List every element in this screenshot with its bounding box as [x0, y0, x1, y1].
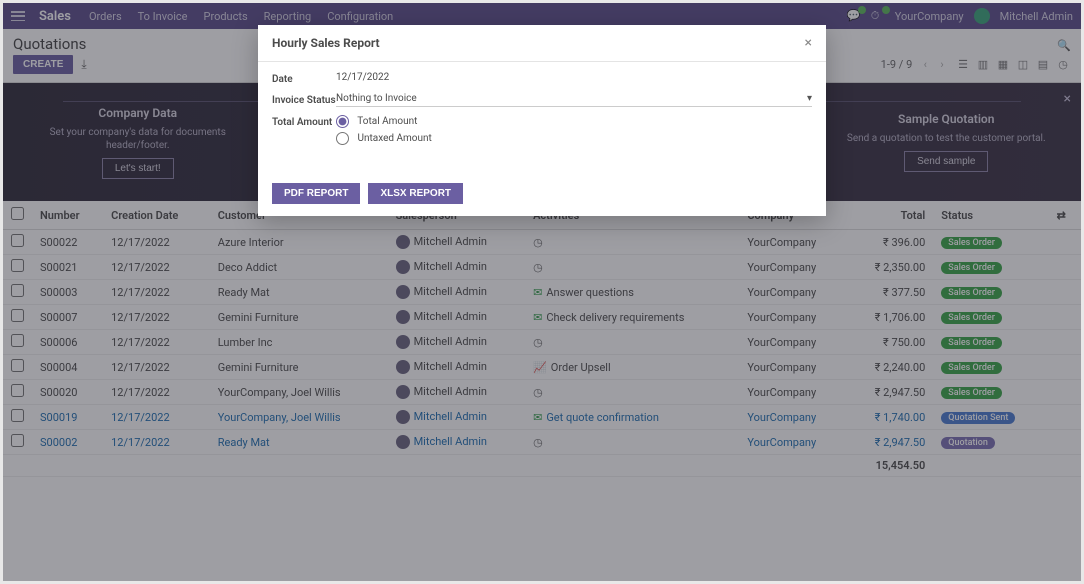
field-label-invoice-status: Invoice Status	[272, 93, 336, 106]
radio-total-amount[interactable]: Total Amount	[336, 115, 812, 128]
modal-title: Hourly Sales Report	[272, 36, 380, 50]
xlsx-report-button[interactable]: XLSX REPORT	[368, 183, 463, 204]
invoice-status-select[interactable]: Nothing to Invoice ▾	[336, 93, 812, 107]
caret-down-icon: ▾	[807, 93, 812, 104]
pdf-report-button[interactable]: PDF REPORT	[272, 183, 360, 204]
date-input[interactable]: 12/17/2022	[336, 72, 812, 83]
hourly-sales-report-dialog: Hourly Sales Report × Date 12/17/2022 In…	[258, 25, 826, 216]
modal-close-icon[interactable]: ×	[805, 35, 812, 51]
radio-untaxed-amount[interactable]: Untaxed Amount	[336, 132, 812, 145]
field-label-total-amount: Total Amount	[272, 115, 336, 128]
field-label-date: Date	[272, 72, 336, 85]
invoice-status-value: Nothing to Invoice	[336, 93, 417, 104]
